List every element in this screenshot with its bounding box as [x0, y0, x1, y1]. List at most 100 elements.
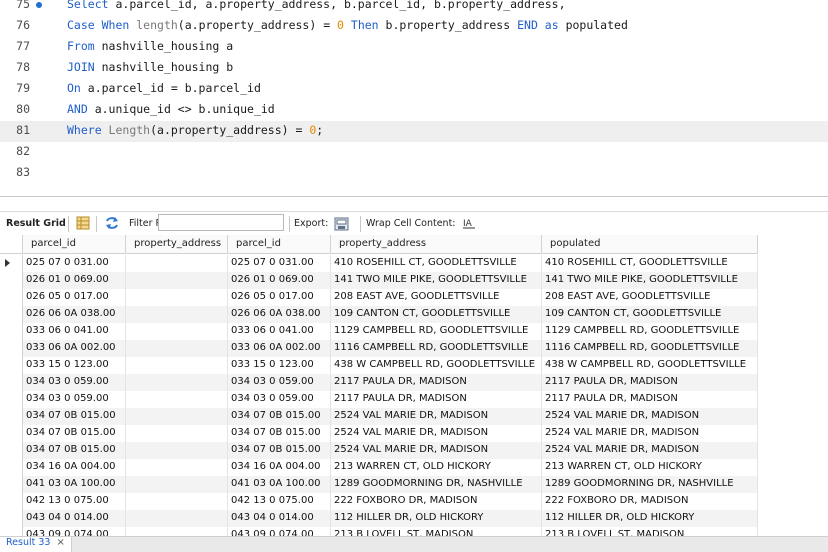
- cell-property-address[interactable]: [126, 323, 228, 340]
- cell-parcel-id-b[interactable]: 026 01 0 069.00: [228, 272, 331, 289]
- cell-property-address-b[interactable]: 2117 PAULA DR, MADISON: [331, 391, 542, 408]
- editor-line[interactable]: 76 Case When length(a.property_address) =…: [0, 16, 828, 37]
- cell-property-address[interactable]: [126, 374, 228, 391]
- cell-parcel-id-b[interactable]: 025 07 0 031.00: [228, 255, 331, 272]
- cell-parcel-id[interactable]: 026 06 0A 038.00: [23, 306, 126, 323]
- result-grid[interactable]: parcel_id property_address parcel_id pro…: [0, 235, 828, 536]
- table-row[interactable]: 026 06 0A 038.00 026 06 0A 038.00 109 CANT…: [0, 306, 758, 323]
- row-header[interactable]: [0, 357, 23, 374]
- editor-line[interactable]: 83: [0, 163, 828, 184]
- table-row[interactable]: 042 13 0 075.00 042 13 0 075.00 222 FOXBOR…: [0, 493, 758, 510]
- cell-property-address[interactable]: [126, 425, 228, 442]
- column-header-populated[interactable]: populated: [542, 235, 758, 254]
- cell-parcel-id[interactable]: 034 03 0 059.00: [23, 374, 126, 391]
- cell-parcel-id-b[interactable]: 043 04 0 014.00: [228, 510, 331, 527]
- result-tab[interactable]: Result 33 ×: [0, 537, 72, 552]
- cell-parcel-id-b[interactable]: 034 07 0B 015.00: [228, 425, 331, 442]
- cell-populated[interactable]: 1289 GOODMORNING DR, NASHVILLE: [542, 476, 758, 493]
- wrap-text-icon[interactable]: IA: [462, 216, 476, 230]
- cell-parcel-id[interactable]: 033 15 0 123.00: [23, 357, 126, 374]
- column-header-property-address[interactable]: property_address: [126, 235, 228, 254]
- cell-populated[interactable]: 410 ROSEHILL CT, GOODLETTSVILLE: [542, 255, 758, 272]
- cell-property-address-b[interactable]: 2524 VAL MARIE DR, MADISON: [331, 442, 542, 459]
- cell-parcel-id[interactable]: 033 06 0A 002.00: [23, 340, 126, 357]
- table-row[interactable]: 043 09 0 074.00 043 09 0 074.00 213 B LOVE…: [0, 527, 758, 536]
- cell-property-address-b[interactable]: 438 W CAMPBELL RD, GOODLETTSVILLE: [331, 357, 542, 374]
- cell-parcel-id[interactable]: 043 09 0 074.00: [23, 527, 126, 536]
- editor-line[interactable]: 81 Where Length(a.property_address) = 0;: [0, 121, 828, 142]
- row-header[interactable]: [0, 527, 23, 536]
- cell-property-address-b[interactable]: 1129 CAMPBELL RD, GOODLETTSVILLE: [331, 323, 542, 340]
- cell-populated[interactable]: 213 B LOVELL ST, MADISON: [542, 527, 758, 536]
- grid-view-icon[interactable]: [76, 216, 90, 230]
- cell-parcel-id[interactable]: 034 07 0B 015.00: [23, 408, 126, 425]
- editor-line[interactable]: 82: [0, 142, 828, 163]
- table-row[interactable]: 043 04 0 014.00 043 04 0 014.00 112 HILLER…: [0, 510, 758, 527]
- table-row[interactable]: 034 03 0 059.00 034 03 0 059.00 2117 PAULA…: [0, 374, 758, 391]
- result-grid-tab[interactable]: Result Grid: [6, 218, 66, 229]
- cell-populated[interactable]: 2524 VAL MARIE DR, MADISON: [542, 425, 758, 442]
- cell-parcel-id[interactable]: 034 07 0B 015.00: [23, 425, 126, 442]
- row-header[interactable]: [0, 272, 23, 289]
- cell-parcel-id-b[interactable]: 026 05 0 017.00: [228, 289, 331, 306]
- editor-line[interactable]: 77 From nashville_housing a: [0, 37, 828, 58]
- cell-property-address[interactable]: [126, 527, 228, 536]
- cell-property-address[interactable]: [126, 289, 228, 306]
- cell-property-address-b[interactable]: 1116 CAMPBELL RD, GOODLETTSVILLE: [331, 340, 542, 357]
- cell-parcel-id[interactable]: 026 05 0 017.00: [23, 289, 126, 306]
- cell-parcel-id[interactable]: 025 07 0 031.00: [23, 255, 126, 272]
- cell-property-address[interactable]: [126, 459, 228, 476]
- cell-property-address-b[interactable]: 213 WARREN CT, OLD HICKORY: [331, 459, 542, 476]
- cell-populated[interactable]: 109 CANTON CT, GOODLETTSVILLE: [542, 306, 758, 323]
- column-header-property-address-b[interactable]: property_address: [331, 235, 542, 254]
- row-header[interactable]: [0, 391, 23, 408]
- table-row[interactable]: 025 07 0 031.00 025 07 0 031.00 410 ROSEHI…: [0, 255, 758, 272]
- row-header[interactable]: [0, 408, 23, 425]
- table-row[interactable]: 033 15 0 123.00 033 15 0 123.00 438 W CAMP…: [0, 357, 758, 374]
- row-header[interactable]: [0, 255, 23, 272]
- cell-property-address[interactable]: [126, 272, 228, 289]
- row-header[interactable]: [0, 459, 23, 476]
- cell-parcel-id-b[interactable]: 034 07 0B 015.00: [228, 442, 331, 459]
- close-icon[interactable]: ×: [56, 537, 64, 548]
- cell-property-address[interactable]: [126, 442, 228, 459]
- cell-property-address-b[interactable]: 410 ROSEHILL CT, GOODLETTSVILLE: [331, 255, 542, 272]
- sql-editor[interactable]: 75 Select a.parcel_id, a.property_address…: [0, 0, 828, 188]
- cell-property-address-b[interactable]: 2524 VAL MARIE DR, MADISON: [331, 425, 542, 442]
- row-header[interactable]: [0, 425, 23, 442]
- export-icon[interactable]: [334, 216, 349, 231]
- cell-parcel-id-b[interactable]: 034 03 0 059.00: [228, 391, 331, 408]
- cell-parcel-id[interactable]: 042 13 0 075.00: [23, 493, 126, 510]
- cell-property-address[interactable]: [126, 493, 228, 510]
- cell-parcel-id[interactable]: 034 03 0 059.00: [23, 391, 126, 408]
- cell-parcel-id[interactable]: 034 16 0A 004.00: [23, 459, 126, 476]
- row-header[interactable]: [0, 510, 23, 527]
- cell-property-address[interactable]: [126, 306, 228, 323]
- cell-parcel-id-b[interactable]: 042 13 0 075.00: [228, 493, 331, 510]
- editor-line[interactable]: 78 JOIN nashville_housing b: [0, 58, 828, 79]
- cell-parcel-id-b[interactable]: 033 15 0 123.00: [228, 357, 331, 374]
- cell-populated[interactable]: 141 TWO MILE PIKE, GOODLETTSVILLE: [542, 272, 758, 289]
- cell-parcel-id-b[interactable]: 043 09 0 074.00: [228, 527, 331, 536]
- row-header[interactable]: [0, 476, 23, 493]
- row-header-corner[interactable]: [0, 235, 23, 254]
- cell-property-address[interactable]: [126, 255, 228, 272]
- cell-property-address-b[interactable]: 213 B LOVELL ST, MADISON: [331, 527, 542, 536]
- cell-parcel-id-b[interactable]: 034 03 0 059.00: [228, 374, 331, 391]
- cell-property-address-b[interactable]: 109 CANTON CT, GOODLETTSVILLE: [331, 306, 542, 323]
- cell-parcel-id-b[interactable]: 034 07 0B 015.00: [228, 408, 331, 425]
- editor-line[interactable]: 79 On a.parcel_id = b.parcel_id: [0, 79, 828, 100]
- column-header-parcel-id[interactable]: parcel_id: [23, 235, 126, 254]
- filter-rows-input[interactable]: [158, 214, 284, 231]
- cell-property-address[interactable]: [126, 340, 228, 357]
- editor-line[interactable]: 80 AND a.unique_id <> b.unique_id: [0, 100, 828, 121]
- table-row[interactable]: 026 05 0 017.00 026 05 0 017.00 208 EAST A…: [0, 289, 758, 306]
- cell-parcel-id[interactable]: 034 07 0B 015.00: [23, 442, 126, 459]
- cell-populated[interactable]: 1116 CAMPBELL RD, GOODLETTSVILLE: [542, 340, 758, 357]
- cell-populated[interactable]: 1129 CAMPBELL RD, GOODLETTSVILLE: [542, 323, 758, 340]
- cell-parcel-id-b[interactable]: 041 03 0A 100.00: [228, 476, 331, 493]
- table-row[interactable]: 034 07 0B 015.00 034 07 0B 015.00 2524 VAL…: [0, 425, 758, 442]
- table-row[interactable]: 034 07 0B 015.00 034 07 0B 015.00 2524 VAL…: [0, 408, 758, 425]
- cell-populated[interactable]: 208 EAST AVE, GOODLETTSVILLE: [542, 289, 758, 306]
- cell-parcel-id-b[interactable]: 026 06 0A 038.00: [228, 306, 331, 323]
